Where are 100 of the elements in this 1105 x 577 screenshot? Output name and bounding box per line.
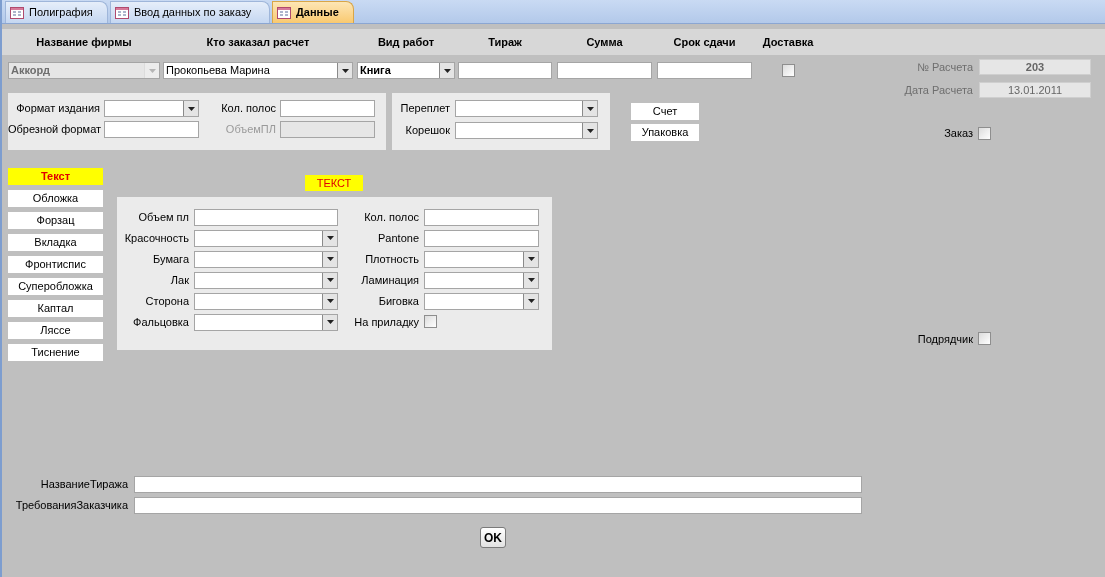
field-label: Pantone bbox=[377, 230, 419, 246]
caret-icon bbox=[586, 106, 594, 111]
input-field[interactable] bbox=[657, 62, 752, 79]
dropdown-field[interactable] bbox=[104, 100, 199, 117]
tab-label: Полиграфия bbox=[29, 5, 93, 21]
field-label: Кол. полос bbox=[220, 101, 276, 116]
dropdown-field[interactable]: Прокопьева Марина bbox=[163, 62, 353, 79]
caret-icon bbox=[326, 320, 334, 324]
dropdown-button[interactable] bbox=[322, 251, 337, 267]
column-header: Сумма bbox=[586, 34, 623, 50]
dropdown-button[interactable] bbox=[523, 251, 538, 267]
dropdown-field[interactable]: Книга bbox=[357, 62, 455, 79]
tab[interactable]: Полиграфия bbox=[5, 1, 108, 23]
section-button[interactable]: Форзац bbox=[8, 212, 103, 229]
section-button[interactable]: Суперобложка bbox=[8, 278, 103, 295]
caret-icon bbox=[187, 106, 195, 111]
caret-icon bbox=[443, 68, 451, 73]
dropdown-field[interactable] bbox=[424, 271, 539, 289]
field-label: Ламинация bbox=[360, 272, 419, 288]
dropdown-field[interactable] bbox=[194, 271, 338, 289]
caret-icon bbox=[148, 68, 156, 73]
checkbox[interactable] bbox=[781, 64, 795, 77]
field-label: Обрезной формат bbox=[8, 122, 100, 137]
input-field: 13.01.2011 bbox=[979, 81, 1091, 98]
field-label: Плотность bbox=[364, 251, 419, 267]
column-header: Срок сдачи bbox=[673, 34, 736, 50]
caret-icon bbox=[527, 299, 535, 303]
field-label: Подрядчик bbox=[916, 331, 973, 347]
section-button[interactable]: Фронтиспис bbox=[8, 256, 103, 273]
field-label: Переплет bbox=[399, 101, 450, 116]
input-field[interactable] bbox=[134, 497, 862, 514]
form-icon bbox=[10, 6, 24, 19]
tab[interactable]: Данные bbox=[272, 1, 354, 23]
input-field[interactable] bbox=[194, 208, 338, 226]
input-field[interactable] bbox=[458, 62, 552, 79]
dropdown-field[interactable] bbox=[424, 250, 539, 268]
dropdown-field[interactable] bbox=[194, 292, 338, 310]
checkbox[interactable] bbox=[978, 332, 991, 346]
dropdown-field[interactable] bbox=[455, 100, 598, 117]
field-label: Лак bbox=[169, 272, 189, 288]
caret-icon bbox=[326, 278, 334, 282]
dropdown-button[interactable] bbox=[322, 314, 337, 330]
dropdown-field[interactable] bbox=[194, 250, 338, 268]
dropdown-field[interactable] bbox=[424, 292, 539, 310]
section-button[interactable]: Ляссе bbox=[8, 322, 103, 339]
checkbox[interactable] bbox=[978, 126, 991, 140]
field-label: ТребованияЗаказчика bbox=[14, 498, 128, 514]
input-field[interactable] bbox=[557, 62, 652, 79]
field-label: Фальцовка bbox=[132, 314, 189, 330]
caret-icon bbox=[326, 257, 334, 261]
field-label: Заказ bbox=[943, 126, 973, 141]
column-header: Название фирмы bbox=[36, 34, 132, 50]
dropdown-field[interactable] bbox=[194, 229, 338, 247]
field-label: Биговка bbox=[377, 293, 419, 309]
section-title: ТЕКСТ bbox=[305, 175, 363, 191]
section-button[interactable]: Тиснение bbox=[8, 344, 103, 361]
dropdown-field[interactable] bbox=[455, 122, 598, 139]
dropdown-button[interactable] bbox=[523, 293, 538, 309]
caret-icon bbox=[527, 278, 535, 282]
input-field[interactable] bbox=[104, 121, 199, 138]
caret-icon bbox=[326, 236, 334, 240]
section-button[interactable]: Вкладка bbox=[8, 234, 103, 251]
dropdown-field[interactable] bbox=[194, 313, 338, 331]
caret-icon bbox=[527, 257, 535, 261]
input-field[interactable] bbox=[424, 229, 539, 247]
tab-label: Данные bbox=[296, 5, 339, 21]
caret-icon bbox=[341, 68, 349, 73]
tab[interactable]: Ввод данных по заказу bbox=[110, 1, 270, 23]
dropdown-button[interactable] bbox=[322, 272, 337, 288]
field-label: НазваниеТиража bbox=[39, 477, 128, 493]
form-icon bbox=[277, 6, 291, 19]
field-label: Дата Расчета bbox=[903, 82, 973, 98]
dropdown-button[interactable] bbox=[523, 272, 538, 288]
dropdown-button[interactable] bbox=[439, 63, 454, 78]
field-label: № Расчета bbox=[916, 60, 973, 75]
dropdown-button[interactable] bbox=[337, 63, 352, 78]
button[interactable]: Счет bbox=[631, 103, 699, 120]
ok-button[interactable]: OK bbox=[480, 527, 506, 548]
input-field[interactable] bbox=[280, 100, 375, 117]
column-header: Тираж bbox=[488, 34, 522, 50]
column-header: Кто заказал расчет bbox=[206, 34, 310, 50]
field-label: Формат издания bbox=[15, 101, 100, 116]
checkbox[interactable] bbox=[424, 314, 437, 328]
section-button[interactable]: Каптал bbox=[8, 300, 103, 317]
dropdown-button[interactable] bbox=[582, 101, 597, 116]
section-button[interactable]: Обложка bbox=[8, 190, 103, 207]
dropdown-button[interactable] bbox=[582, 123, 597, 138]
column-header: Вид работ bbox=[377, 34, 435, 50]
section-button[interactable]: Текст bbox=[8, 168, 103, 185]
button[interactable]: Упаковка bbox=[631, 124, 699, 141]
tab-label: Ввод данных по заказу bbox=[134, 5, 252, 21]
caret-icon bbox=[586, 128, 594, 133]
field-label: Бумага bbox=[152, 251, 189, 267]
dropdown-button[interactable] bbox=[183, 101, 198, 116]
dropdown-button[interactable] bbox=[322, 293, 337, 309]
dropdown-button[interactable] bbox=[322, 230, 337, 246]
input-field[interactable] bbox=[424, 208, 539, 226]
field-label: Корешок bbox=[404, 123, 450, 138]
input-field[interactable] bbox=[134, 476, 862, 493]
form-icon bbox=[115, 6, 129, 19]
